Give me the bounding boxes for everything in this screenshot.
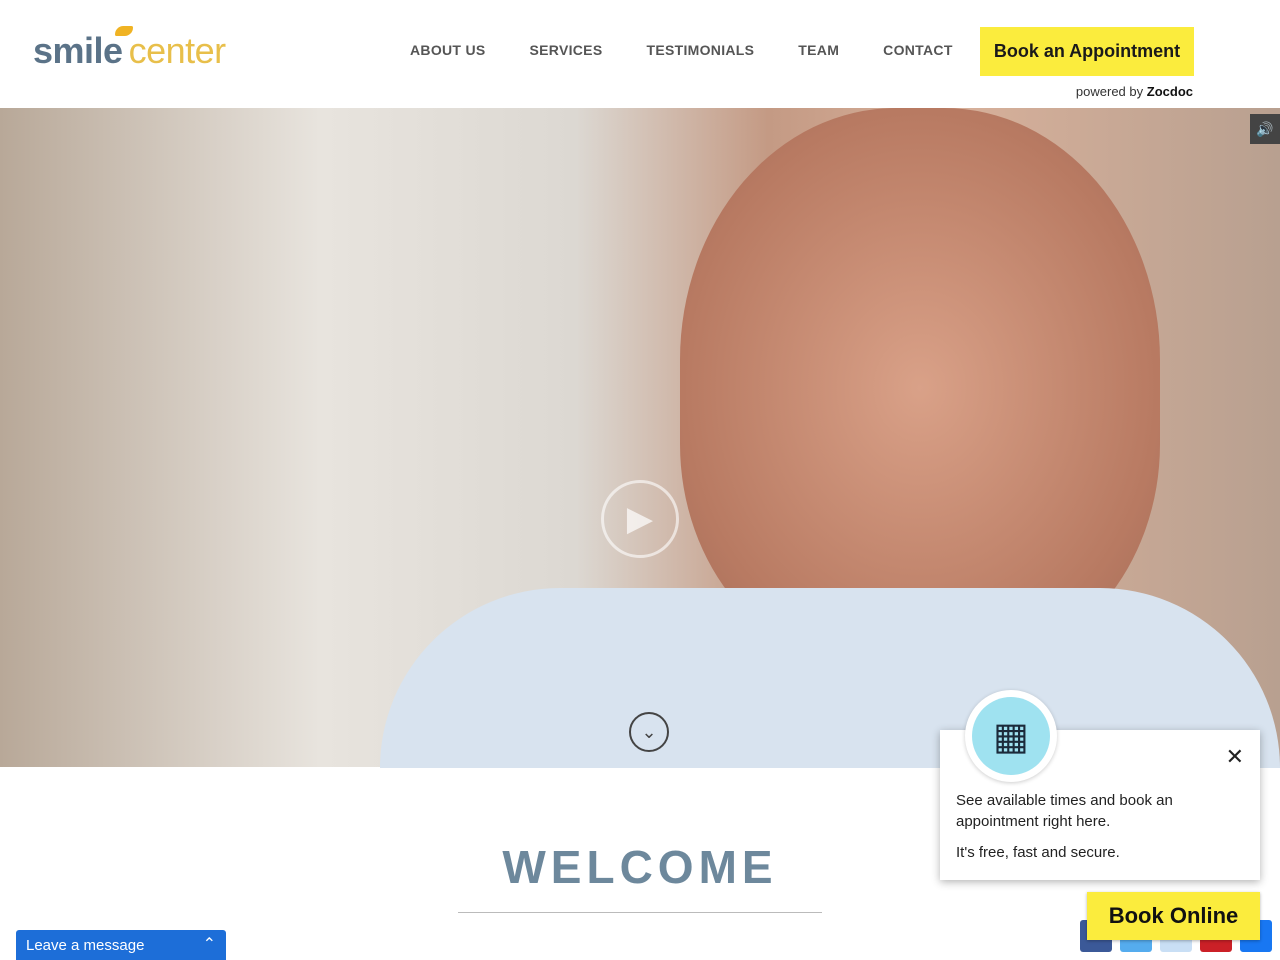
calendar-icon: ▦: [972, 697, 1050, 775]
nav-services[interactable]: SERVICES: [530, 42, 603, 58]
zocdoc-brand: Zocdoc: [1146, 84, 1193, 99]
sound-icon[interactable]: 🔊: [1250, 114, 1280, 144]
nav-about-us[interactable]: ABOUT US: [410, 42, 486, 58]
divider: [458, 912, 822, 913]
book-online-button[interactable]: Book Online: [1087, 892, 1260, 940]
popup-subtext: It's free, fast and secure.: [956, 844, 1120, 861]
scroll-down-icon[interactable]: ⌄: [629, 712, 669, 752]
book-appointment-button[interactable]: Book an Appointment: [980, 27, 1194, 76]
chat-widget[interactable]: Leave a message ⌃: [16, 930, 226, 960]
powered-by-text: powered by: [1075, 84, 1144, 99]
nav-contact[interactable]: CONTACT: [883, 42, 953, 58]
logo-text-smile: smile: [33, 30, 123, 71]
powered-by: powered by Zocdoc: [1076, 84, 1193, 99]
close-icon[interactable]: ✕: [1226, 744, 1244, 770]
header: smile center ABOUT US SERVICES TESTIMONIA…: [0, 0, 1280, 108]
popup-text: See available times and book an appointm…: [956, 792, 1173, 830]
main-nav: ABOUT US SERVICES TESTIMONIALS TEAM CONT…: [410, 42, 953, 58]
chevron-up-icon[interactable]: ⌃: [203, 934, 216, 954]
nav-testimonials[interactable]: TESTIMONIALS: [646, 42, 754, 58]
logo-text-center: center: [128, 30, 227, 71]
hero-video[interactable]: 🔊 ▶ ⌄: [0, 108, 1280, 768]
logo[interactable]: smile center: [33, 26, 227, 72]
play-icon[interactable]: ▶: [601, 480, 679, 558]
hero-person: [680, 108, 1160, 668]
chat-label: Leave a message: [26, 937, 145, 954]
calendar-badge: ▦: [965, 690, 1057, 782]
nav-team[interactable]: TEAM: [798, 42, 839, 58]
